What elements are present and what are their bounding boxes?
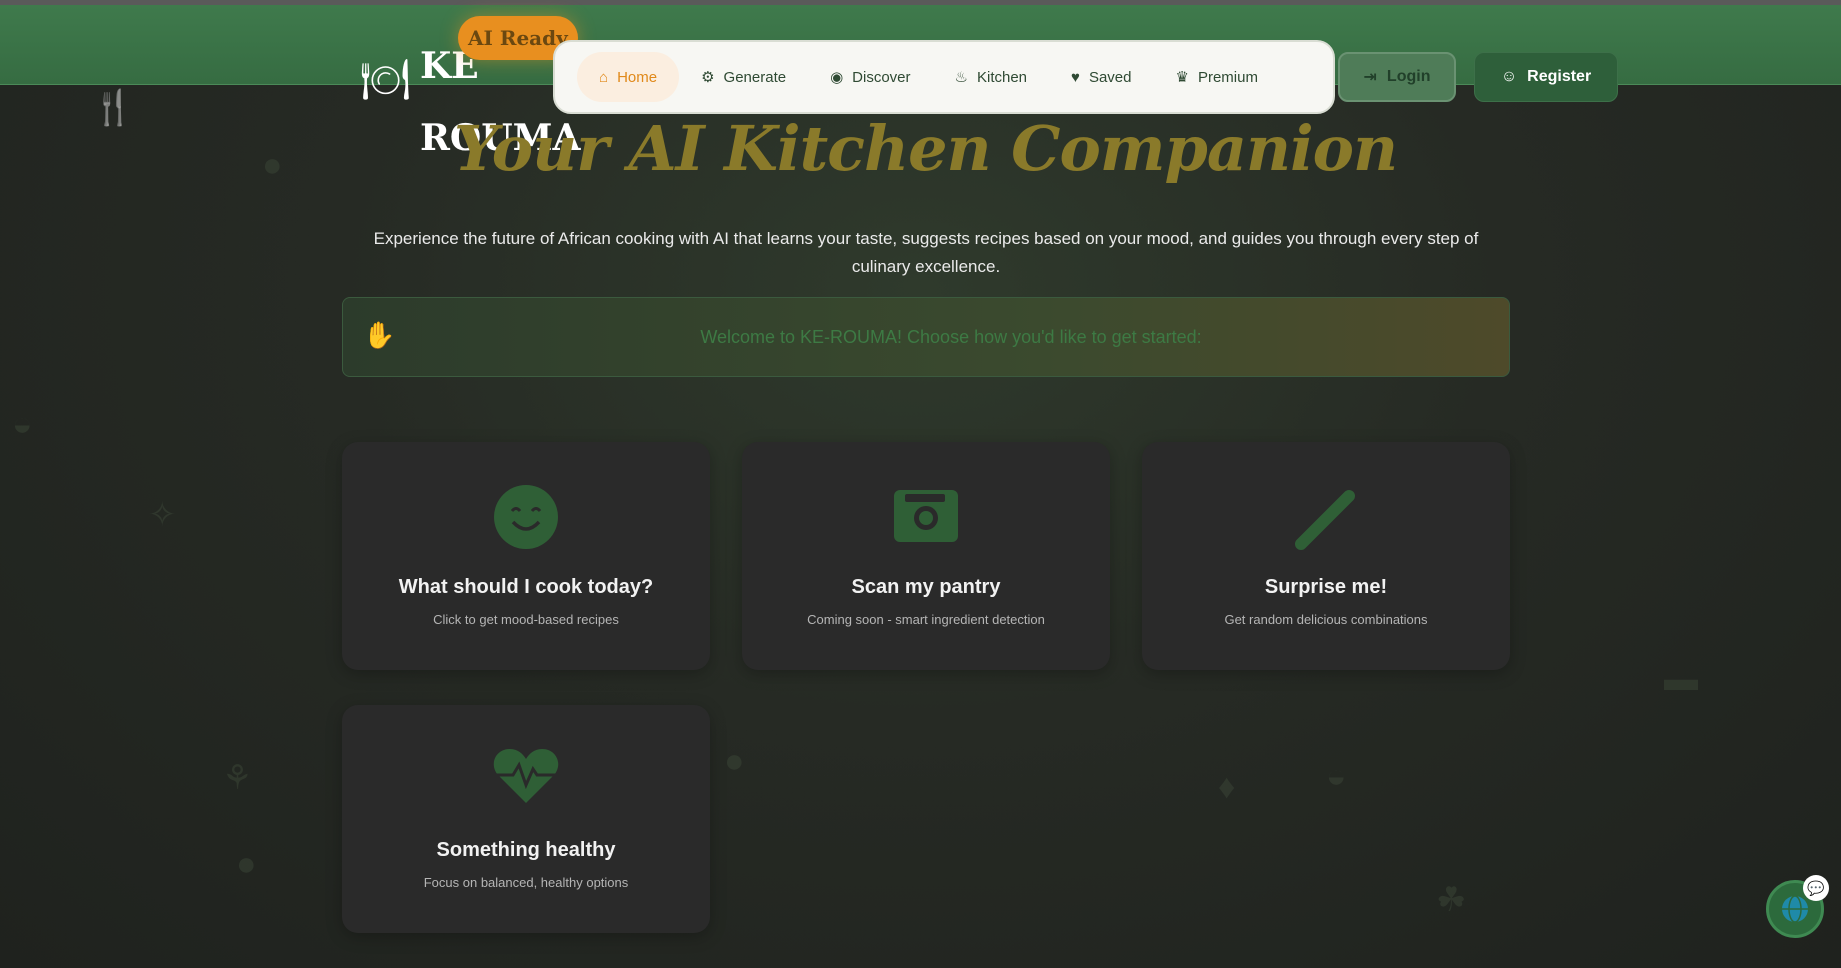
bowl-deco-icon: ◒: [12, 405, 33, 443]
camera-icon: [742, 484, 1110, 554]
card-title: What should I cook today?: [398, 576, 654, 598]
hero-subtitle: Experience the future of African cooking…: [373, 229, 1479, 276]
card-description: Click to get mood-based recipes: [433, 612, 619, 627]
carrot-deco-icon: ✧: [148, 496, 177, 534]
plate-utensils-icon: 🍽: [360, 58, 411, 102]
nav-item-discover[interactable]: ◉ Discover: [808, 52, 932, 102]
welcome-message: Welcome to KE-ROUMA! Choose how you'd li…: [700, 326, 1202, 347]
compass-icon: ◉: [830, 69, 844, 86]
main-nav: ⌂ Home ⚙ Generate ◉ Discover ♨ Kitchen ♥…: [553, 40, 1335, 114]
bowl-deco-icon-2: ◒: [1326, 757, 1347, 795]
heart-icon: ♥: [1071, 68, 1080, 86]
register-button[interactable]: ☺ Register: [1474, 52, 1618, 102]
leaf-deco-icon: ☘: [1436, 881, 1467, 919]
chat-assistant-button[interactable]: 💬: [1766, 875, 1829, 938]
welcome-banner: ✋ Welcome to KE-ROUMA! Choose how you'd …: [342, 297, 1510, 377]
nav-item-generate[interactable]: ⚙ Generate: [679, 52, 808, 102]
waving-hand-icon: ✋: [363, 320, 396, 350]
wand-icon: [1142, 484, 1510, 554]
user-plus-icon: ☺: [1500, 68, 1518, 85]
chat-bubble-icon: 💬: [1803, 875, 1829, 901]
nav-item-label: Premium: [1197, 68, 1258, 86]
card-title: Scan my pantry: [851, 576, 1001, 598]
nav-item-label: Generate: [723, 68, 787, 86]
login-label: Login: [1386, 68, 1431, 85]
hero-title: Your AI Kitchen Companion: [453, 112, 1398, 185]
nav-item-label: Home: [617, 68, 658, 86]
card-scan-pantry[interactable]: Scan my pantry Coming soon - smart ingre…: [742, 442, 1110, 670]
card-description: Get random delicious combinations: [1224, 612, 1428, 627]
smile-icon: [342, 484, 710, 554]
register-label: Register: [1527, 68, 1592, 85]
sign-in-icon: ⇥: [1363, 69, 1377, 86]
nav-item-home[interactable]: ⌂ Home: [577, 52, 680, 102]
flame-icon: ♨: [954, 69, 968, 86]
nav-item-premium[interactable]: ♛ Premium: [1153, 52, 1279, 102]
card-surprise-me[interactable]: Surprise me! Get random delicious combin…: [1142, 442, 1510, 670]
login-button[interactable]: ⇥ Login: [1338, 52, 1456, 102]
card-mood-recipes[interactable]: What should I cook today? Click to get m…: [342, 442, 710, 670]
card-title: Surprise me!: [1264, 576, 1388, 598]
heartbeat-icon: [342, 747, 710, 817]
pepper-deco-icon: ♦: [1218, 768, 1236, 806]
seedling-deco-icon: ⚘: [222, 759, 253, 797]
crown-icon: ♛: [1175, 69, 1189, 86]
circle-deco-icon: ●: [724, 742, 745, 780]
nav-item-kitchen[interactable]: ♨ Kitchen: [933, 52, 1050, 102]
card-description: Focus on balanced, healthy options: [423, 875, 629, 890]
nav-item-label: Discover: [852, 68, 911, 86]
cake-deco-icon: ▬: [1664, 660, 1698, 698]
home-icon: ⌂: [599, 68, 609, 86]
card-description: Coming soon - smart ingredient detection: [807, 612, 1045, 627]
nav-item-label: Kitchen: [976, 68, 1028, 86]
globe-icon: [1782, 895, 1808, 923]
card-something-healthy[interactable]: Something healthy Focus on balanced, hea…: [342, 705, 710, 933]
plate-deco-icon-2: ●: [236, 845, 257, 883]
nav-item-label: Saved: [1088, 68, 1132, 86]
nav-item-saved[interactable]: ♥ Saved: [1049, 52, 1153, 102]
card-title: Something healthy: [436, 839, 616, 861]
robot-icon: ⚙: [701, 69, 715, 86]
